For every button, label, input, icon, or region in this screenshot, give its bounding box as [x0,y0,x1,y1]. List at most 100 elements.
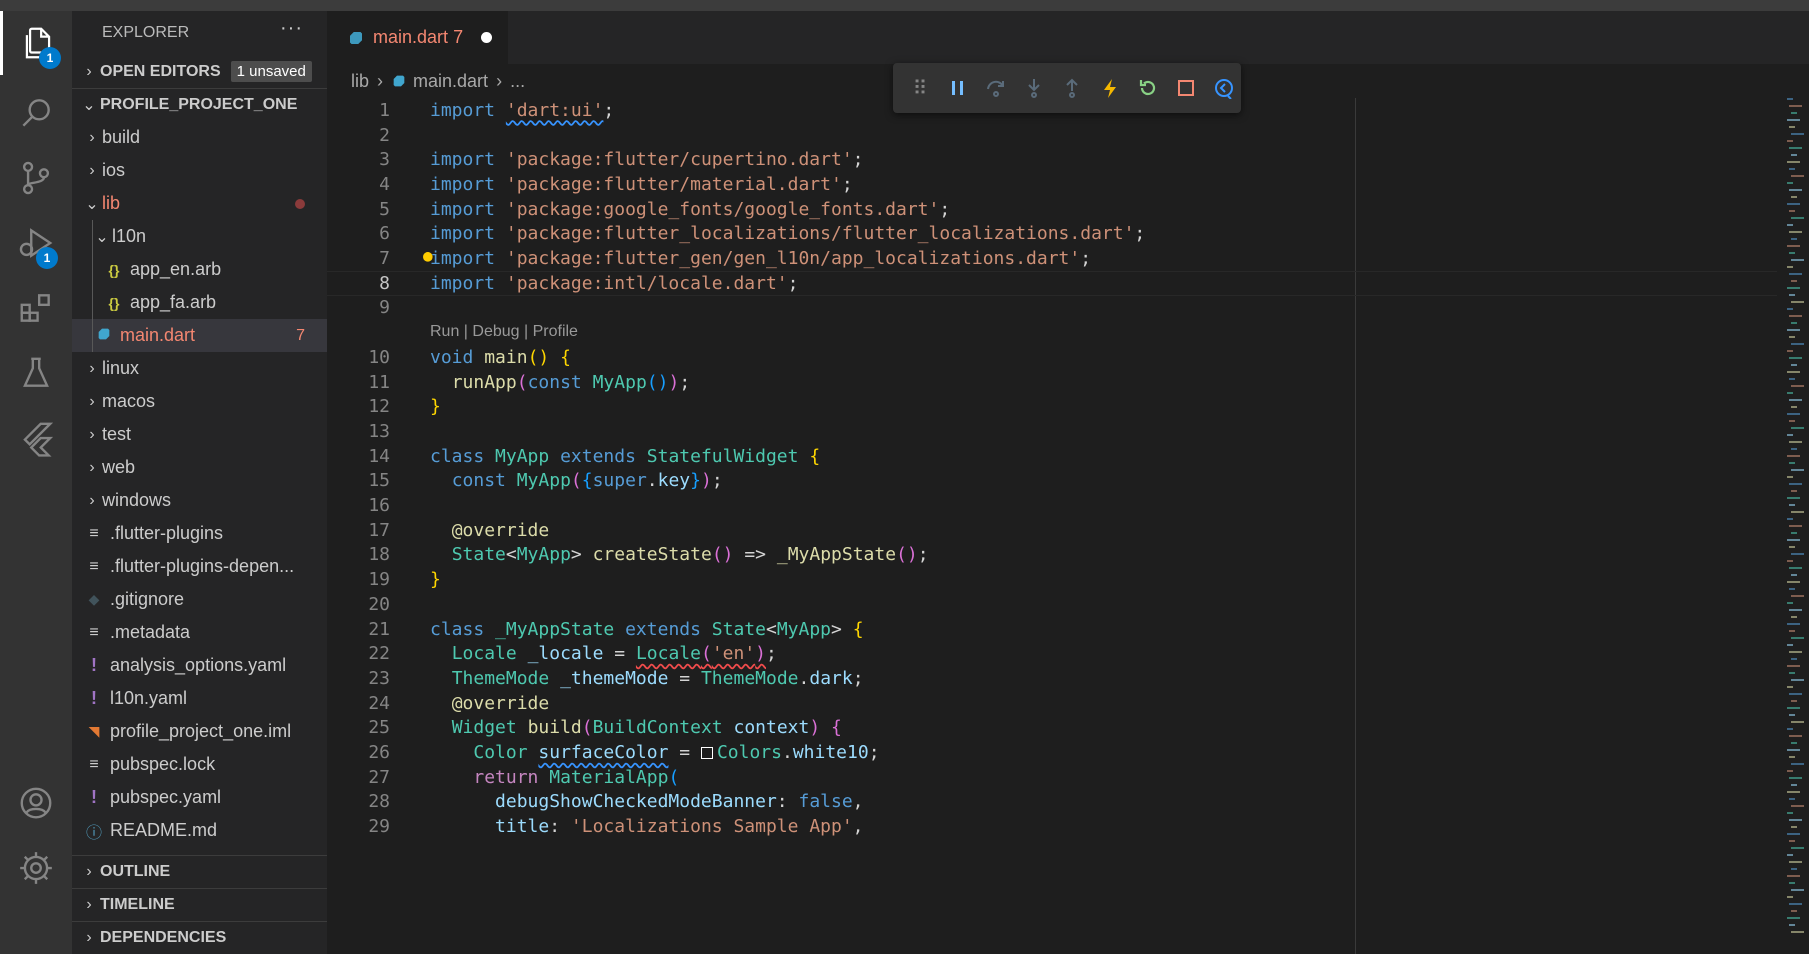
tree-item-label: .flutter-plugins-depen... [110,556,295,576]
dart-file-icon [350,31,362,44]
git-file-icon: ◆ [88,591,100,607]
tree-item[interactable]: main.dart 7 [72,319,327,352]
code-token: } [430,569,441,591]
tree-item[interactable]: ≡ pubspec.lock [72,748,327,781]
minimap-line [1791,322,1797,324]
tree-item-label: .gitignore [110,589,185,609]
search-button[interactable] [0,81,72,145]
tree-item-label: README.md [110,820,218,840]
flutter-button[interactable] [0,406,72,470]
minimap-line [1791,805,1804,807]
timeline-section[interactable]: › TIMELINE [72,888,327,921]
pause-icon [952,81,963,95]
code-text: @override [430,520,550,541]
code-line: 27 return MaterialApp( [327,765,1777,790]
minimap-line [1791,343,1804,345]
tree-item[interactable]: ≡ .metadata [72,616,327,649]
tree-item-label: ios [102,160,126,180]
minimap-line [1787,308,1793,310]
code-token: { [560,346,571,368]
minimap-line [1791,364,1797,366]
code-token: State [711,618,766,640]
tree-item[interactable]: › test [72,418,327,451]
minimap-line [1787,434,1793,436]
minimap-line [1789,252,1795,254]
more-actions-icon[interactable]: ··· [280,17,303,40]
testing-button[interactable] [0,341,72,405]
code-token: State [451,544,506,566]
line-number: 20 [368,593,390,615]
tree-item[interactable]: ◆ .gitignore [72,583,327,616]
tree-item[interactable]: › build [72,121,327,154]
project-section[interactable]: ⌄ PROFILE_PROJECT_ONE [72,88,327,121]
tab-main-dart[interactable]: main.dart 7 [327,11,509,64]
explorer-button[interactable]: 1 [0,11,72,75]
tree-item[interactable]: ◥ profile_project_one.iml [72,715,327,748]
breadcrumb-main-dart[interactable]: main.dart [413,71,488,92]
open-editors-section[interactable]: › OPEN EDITORS 1 unsaved [72,55,327,88]
tree-item[interactable]: ! l10n.yaml [72,682,327,715]
line-number: 4 [379,173,390,195]
code-token: extends [625,618,701,640]
code-token: ( [700,643,712,665]
tree-item[interactable]: ! analysis_options.yaml [72,649,327,682]
tree-item[interactable]: {} app_en.arb [72,253,327,286]
chevron-right-icon: › [86,896,92,913]
code-editor[interactable]: 1 import 'dart:ui'; 2 3 import 'package:flut… [327,98,1809,954]
minimap-line [1791,154,1797,156]
code-token: ) [668,371,680,393]
explorer-title: EXPLORER [102,24,190,41]
code-token: import [430,248,496,270]
line-number: 9 [379,297,390,319]
code-token: () [896,544,918,566]
minimap-line [1791,280,1797,282]
tree-item[interactable]: ⓘ README.md [72,814,327,847]
code-line: 24 @override [327,691,1777,716]
tree-item[interactable]: › linux [72,352,327,385]
minimap-line [1791,595,1804,597]
project-label: PROFILE_PROJECT_ONE [100,96,298,113]
color-swatch-icon[interactable] [700,747,713,760]
code-token: ; [852,667,864,689]
minimap-line [1789,336,1795,338]
code-token: > [831,618,853,640]
breadcrumb-symbol[interactable]: ... [510,71,525,92]
accounts-button[interactable] [0,771,72,835]
dart-file-icon [92,326,116,345]
code-token: MyApp [495,445,550,467]
tree-item[interactable]: › windows [72,484,327,517]
manage-button[interactable] [0,836,72,900]
breadcrumb-lib[interactable]: lib [351,71,369,92]
tree-item[interactable]: {} app_fa.arb [72,286,327,319]
minimap-line [1791,448,1797,450]
tree-item[interactable]: › web [72,451,327,484]
outline-section[interactable]: › OUTLINE [72,855,327,888]
code-token: ( [516,371,528,393]
tree-item[interactable]: ⌄ l10n [72,220,327,253]
tree-item[interactable]: ! pubspec.yaml [72,781,327,814]
tree-item[interactable]: › ios [72,154,327,187]
minimap-line [1789,189,1802,191]
tree-item[interactable]: ≡ .flutter-plugins [72,517,327,550]
tree-item[interactable]: ⌄ lib [72,187,327,220]
minimap-line [1787,140,1793,142]
line-number: 22 [368,643,390,665]
minimap-line [1787,665,1800,667]
code-text: debugShowCheckedModeBanner: false, [430,791,863,812]
tree-item[interactable]: › macos [72,385,327,418]
dependencies-section[interactable]: › DEPENDENCIES [72,921,327,954]
run-debug-button[interactable]: 1 [0,211,72,275]
unsaved-dot-icon[interactable] [481,32,493,43]
tree-item[interactable]: ≡ .flutter-plugins-depen... [72,550,327,583]
minimap[interactable] [1787,98,1809,948]
line-number: 28 [368,791,390,813]
source-control-button[interactable] [0,146,72,210]
code-token: import [430,198,496,220]
codelens-run-debug-profile[interactable]: Run | Debug | Profile [430,323,578,341]
extensions-button[interactable] [0,276,72,340]
